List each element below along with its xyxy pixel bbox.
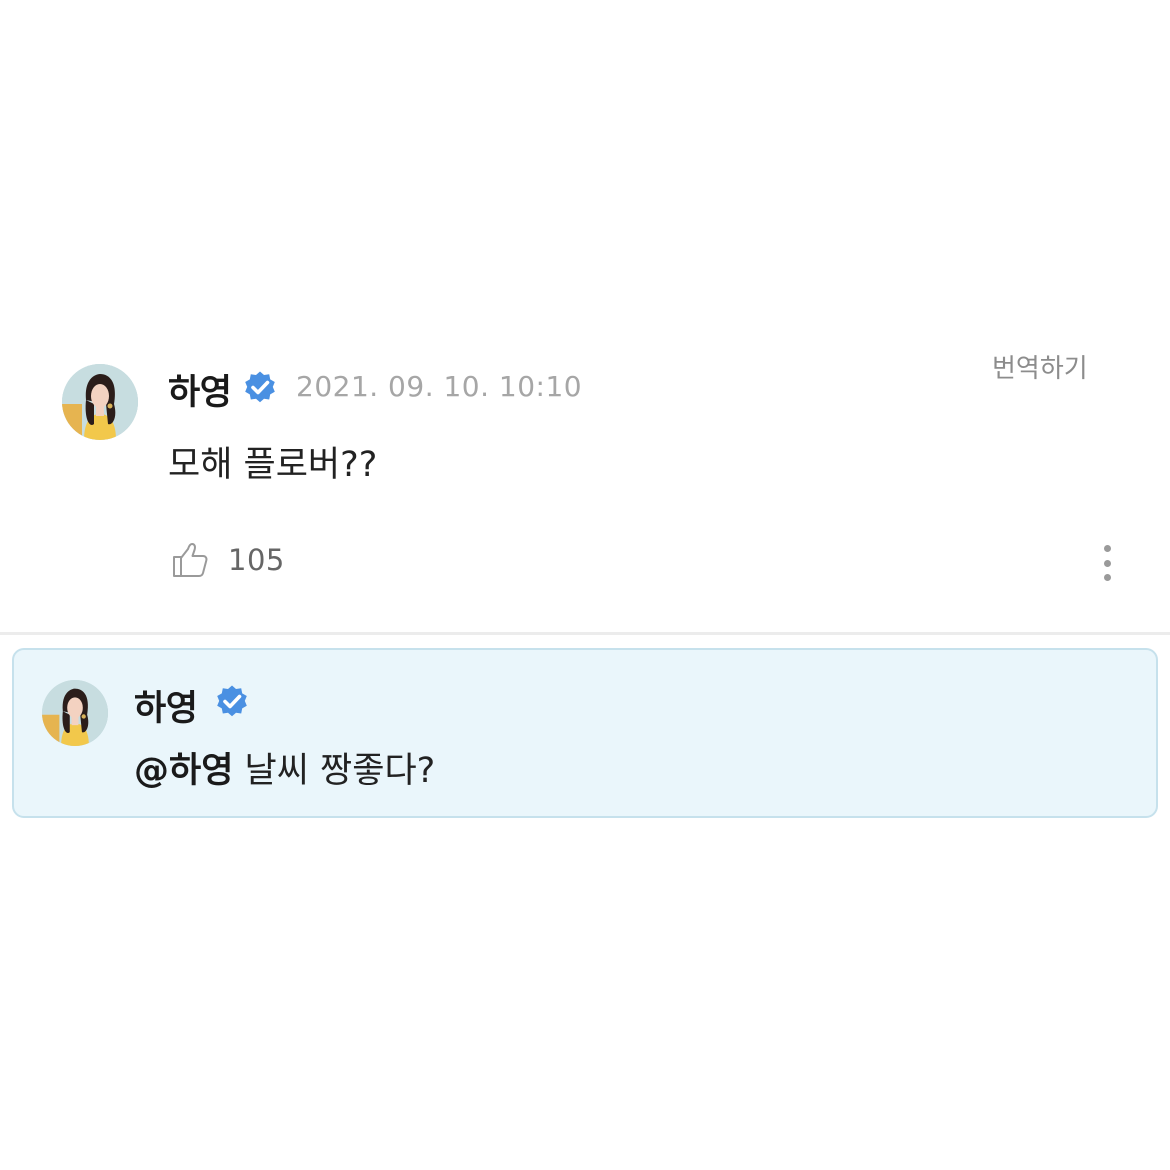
avatar[interactable]: [62, 364, 138, 440]
comment-timestamp: 2021. 09. 10. 10:10: [296, 370, 583, 403]
more-options-button[interactable]: [1092, 542, 1122, 584]
comment-thread: 하영 2021. 09. 10. 10:10 번역하기 모해 플로버?? 105: [0, 0, 1170, 1170]
verified-badge-icon: [217, 685, 247, 717]
thumbs-up-icon: [173, 543, 208, 577]
comment: 하영 2021. 09. 10. 10:10 번역하기 모해 플로버?? 105: [0, 340, 1170, 632]
avatar-photo: [42, 680, 108, 746]
author-name[interactable]: 하영: [168, 364, 232, 415]
more-vertical-icon: [1103, 545, 1111, 552]
avatar-photo: [62, 364, 138, 440]
translate-button[interactable]: 번역하기: [992, 348, 1088, 385]
comment-text: 모해 플로버??: [168, 445, 378, 485]
avatar[interactable]: [42, 680, 108, 746]
reply-text: @하영 날씨 짱좋다?: [134, 742, 435, 793]
like-button[interactable]: 105: [170, 538, 285, 582]
like-count: 105: [228, 543, 285, 577]
reply-message: 날씨 짱좋다?: [233, 751, 436, 791]
author-name[interactable]: 하영: [134, 680, 198, 731]
mention-link[interactable]: @하영: [134, 751, 233, 791]
more-vertical-icon: [1103, 574, 1111, 581]
verified-badge-icon: [245, 371, 275, 403]
more-vertical-icon: [1103, 559, 1111, 567]
divider: [0, 632, 1170, 635]
reply-card: 하영 @하영 날씨 짱좋다?: [12, 648, 1158, 818]
